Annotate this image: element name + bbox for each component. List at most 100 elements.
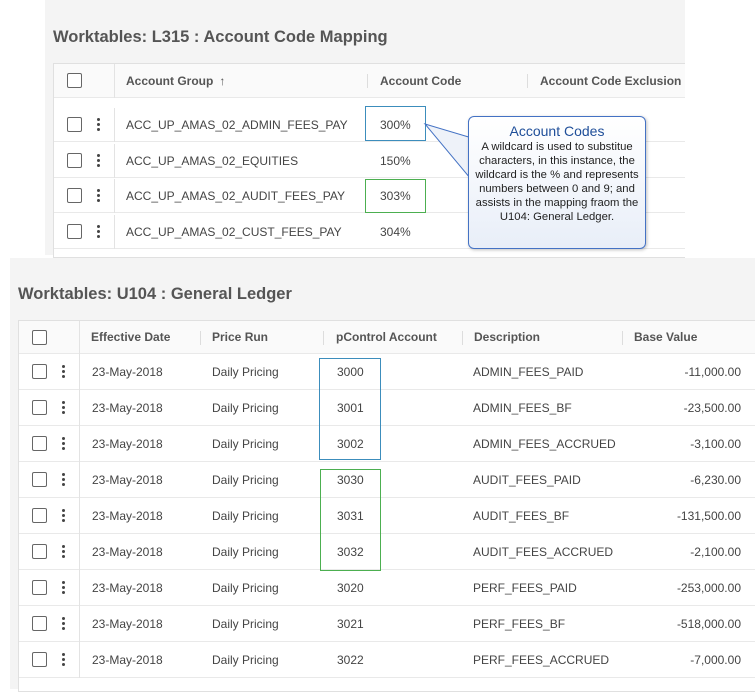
pcontrol-account-cell: 3030: [337, 472, 364, 487]
effective-date-cell: 23-May-2018: [92, 544, 163, 559]
ledger-title: Worktables: U104 : General Ledger: [18, 285, 292, 303]
table-row: 23-May-2018 Daily Pricing 3002 ADMIN_FEES_A…: [19, 426, 755, 462]
description-cell: AUDIT_FEES_PAID: [473, 472, 581, 487]
general-ledger-panel: Worktables: U104 : General Ledger Effect…: [10, 258, 755, 692]
column-divider: [114, 144, 115, 178]
base-value-cell: -518,000.00: [676, 616, 741, 631]
row-checkbox[interactable]: [32, 580, 47, 595]
row-actions-menu-icon[interactable]: [61, 581, 65, 594]
column-divider: [79, 390, 80, 426]
row-checkbox[interactable]: [32, 652, 47, 667]
row-checkbox[interactable]: [67, 153, 82, 168]
row-actions-menu-icon[interactable]: [96, 118, 100, 131]
account-code-cell: 303%: [380, 188, 411, 203]
row-checkbox[interactable]: [32, 400, 47, 415]
row-actions-menu-icon[interactable]: [61, 365, 65, 378]
description-cell: ADMIN_FEES_ACCRUED: [473, 436, 616, 451]
pcontrol-account-header[interactable]: pControl Account: [336, 321, 437, 353]
row-actions-menu-icon[interactable]: [61, 545, 65, 558]
price-run-cell: Daily Pricing: [212, 472, 279, 487]
account-codes-callout: Account Codes A wildcard is used to subs…: [468, 116, 646, 249]
pcontrol-account-cell: 3002: [337, 436, 364, 451]
row-checkbox[interactable]: [32, 508, 47, 523]
row-checkbox[interactable]: [67, 188, 82, 203]
base-value-cell: -253,000.00: [676, 580, 741, 595]
effective-date-cell: 23-May-2018: [92, 580, 163, 595]
ledger-header-row: Effective Date Price Run pControl Accoun…: [19, 321, 755, 354]
table-row: 23-May-2018 Daily Pricing 3021 PERF_FEES_BF…: [19, 606, 755, 642]
select-all-checkbox[interactable]: [32, 330, 47, 345]
row-actions-menu-icon[interactable]: [61, 509, 65, 522]
column-divider: [79, 462, 80, 498]
price-run-cell: Daily Pricing: [212, 580, 279, 595]
price-run-cell: Daily Pricing: [212, 652, 279, 667]
description-cell: ADMIN_FEES_BF: [473, 400, 572, 415]
table-row: 23-May-2018 Daily Pricing 3022 PERF_FEES_AC…: [19, 642, 755, 678]
account-code-cell: 300%: [380, 117, 411, 132]
row-actions-menu-icon[interactable]: [96, 225, 100, 238]
base-value-cell: -6,230.00: [690, 472, 741, 487]
row-actions-menu-icon[interactable]: [61, 473, 65, 486]
row-actions-menu-icon[interactable]: [61, 401, 65, 414]
sort-ascending-icon[interactable]: ↑: [219, 74, 225, 88]
description-cell: PERF_FEES_BF: [473, 616, 566, 631]
table-row: 23-May-2018 Daily Pricing 3020 PERF_FEES_PA…: [19, 570, 755, 606]
row-checkbox[interactable]: [67, 224, 82, 239]
base-value-cell: -11,000.00: [684, 364, 742, 379]
table-row: 23-May-2018 Daily Pricing 3001 ADMIN_FEES_B…: [19, 390, 755, 426]
row-actions-menu-icon[interactable]: [61, 653, 65, 666]
row-checkbox[interactable]: [32, 472, 47, 487]
ledger-table: Effective Date Price Run pControl Accoun…: [18, 320, 755, 692]
column-divider: [79, 570, 80, 606]
callout-title: Account Codes: [509, 123, 605, 139]
row-actions-menu-icon[interactable]: [96, 154, 100, 167]
column-divider: [79, 426, 80, 462]
base-value-header[interactable]: Base Value: [634, 321, 697, 353]
description-cell: AUDIT_FEES_BF: [473, 508, 570, 523]
select-all-checkbox[interactable]: [67, 73, 82, 88]
account-group-header[interactable]: Account Group ↑: [126, 64, 225, 97]
row-actions-menu-icon[interactable]: [96, 189, 100, 202]
account-code-exclusion-header[interactable]: Account Code Exclusion: [540, 64, 681, 97]
column-divider: [79, 534, 80, 570]
row-checkbox[interactable]: [67, 117, 82, 132]
account-code-cell: 150%: [380, 153, 411, 168]
price-run-cell: Daily Pricing: [212, 616, 279, 631]
table-row: 23-May-2018 Daily Pricing 3031 AUDIT_FEES_B…: [19, 498, 755, 534]
base-value-cell: -7,000.00: [690, 652, 741, 667]
mapping-title: Worktables: L315 : Account Code Mapping: [53, 28, 388, 46]
description-header[interactable]: Description: [474, 321, 540, 353]
account-code-header[interactable]: Account Code: [380, 64, 461, 97]
price-run-cell: Daily Pricing: [212, 436, 279, 451]
account-code-cell: 304%: [380, 224, 411, 239]
pcontrol-account-cell: 3032: [337, 544, 364, 559]
description-cell: AUDIT_FEES_ACCRUED: [473, 544, 614, 559]
effective-date-header[interactable]: Effective Date: [91, 321, 170, 353]
row-checkbox[interactable]: [32, 364, 47, 379]
effective-date-cell: 23-May-2018: [92, 364, 163, 379]
account-group-cell: ACC_UP_AMAS_02_ADMIN_FEES_PAY: [126, 117, 348, 132]
pcontrol-account-cell: 3031: [337, 508, 364, 523]
column-divider: [79, 354, 80, 390]
price-run-header[interactable]: Price Run: [212, 321, 268, 353]
row-actions-menu-icon[interactable]: [61, 437, 65, 450]
row-checkbox[interactable]: [32, 544, 47, 559]
effective-date-cell: 23-May-2018: [92, 400, 163, 415]
base-value-cell: -3,100.00: [690, 436, 741, 451]
pcontrol-account-cell: 3020: [337, 580, 364, 595]
callout-body: A wildcard is used to substitue characte…: [475, 141, 639, 223]
base-value-cell: -2,100.00: [690, 544, 741, 559]
account-group-cell: ACC_UP_AMAS_02_EQUITIES: [126, 153, 299, 168]
effective-date-cell: 23-May-2018: [92, 652, 163, 667]
description-cell: PERF_FEES_ACCRUED: [473, 652, 610, 667]
row-checkbox[interactable]: [32, 616, 47, 631]
column-divider: [114, 179, 115, 213]
table-row: 23-May-2018 Daily Pricing 3030 AUDIT_FEES_P…: [19, 462, 755, 498]
row-checkbox[interactable]: [32, 436, 47, 451]
account-group-cell: ACC_UP_AMAS_02_AUDIT_FEES_PAY: [126, 188, 345, 203]
price-run-cell: Daily Pricing: [212, 544, 279, 559]
price-run-cell: Daily Pricing: [212, 400, 279, 415]
description-cell: PERF_FEES_PAID: [473, 580, 577, 595]
row-actions-menu-icon[interactable]: [61, 617, 65, 630]
price-run-cell: Daily Pricing: [212, 364, 279, 379]
